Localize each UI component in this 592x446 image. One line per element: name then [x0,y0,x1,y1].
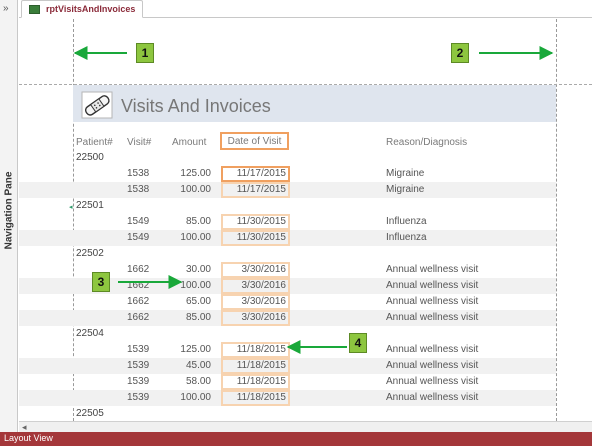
report-tab[interactable]: rptVisitsAndInvoices [21,0,144,18]
patient-group-header[interactable]: 22505 [19,406,556,421]
amount-value[interactable]: 65.00 [159,296,211,307]
diagnosis[interactable]: Annual wellness visit [386,264,478,275]
visit-date[interactable]: 3/30/2016 [221,280,287,291]
visit-number[interactable]: 1538 [127,168,149,179]
diagnosis[interactable]: Annual wellness visit [386,296,478,307]
visit-date[interactable]: 11/17/2015 [221,184,286,195]
visit-number[interactable]: 1549 [127,232,149,243]
patient-id[interactable]: 22505 [76,408,104,419]
visit-date[interactable]: 11/18/2015 [221,360,286,371]
table-row[interactable]: 1539 100.00 11/18/2015 Annual wellness visi… [19,390,556,406]
table-row[interactable]: 1538 100.00 11/17/2015 Migraine [19,182,556,198]
callout-4: 4 [349,333,367,353]
amount-value[interactable]: 58.00 [159,376,211,387]
patient-id[interactable]: 22501 [76,200,104,211]
visit-number[interactable]: 1539 [127,392,149,403]
patient-id[interactable]: 22504 [76,328,104,339]
visit-number[interactable]: 1662 [127,296,149,307]
amount-value[interactable]: 30.00 [159,264,211,275]
amount-value[interactable]: 85.00 [159,216,211,227]
column-header-reason[interactable]: Reason/Diagnosis [386,137,467,148]
patient-group-header[interactable]: 22504 [19,326,556,342]
visit-number[interactable]: 1539 [127,376,149,387]
column-header-date[interactable]: Date of Visit [220,132,289,150]
diagnosis[interactable]: Annual wellness visit [386,376,478,387]
visit-number[interactable]: 1662 [127,312,149,323]
row-selector-marker[interactable]: ◂ [69,203,73,211]
table-row[interactable]: 1662 85.00 3/30/2016 Annual wellness visit [19,310,556,326]
patient-group-header[interactable]: 22501 [19,198,556,214]
diagnosis[interactable]: Annual wellness visit [386,312,478,323]
diagnosis[interactable]: Annual wellness visit [386,280,478,291]
diagnosis[interactable]: Influenza [386,232,427,243]
amount-value[interactable]: 100.00 [159,232,211,243]
bandage-icon[interactable] [81,91,113,119]
visit-number[interactable]: 1662 [127,280,149,291]
document-tab-strip: rptVisitsAndInvoices [19,0,592,18]
report-tab-label: rptVisitsAndInvoices [46,4,136,14]
visit-number[interactable]: 1538 [127,184,149,195]
table-row[interactable]: 1538 125.00 11/17/2015 Migraine [19,166,556,182]
table-row[interactable]: 1539 58.00 11/18/2015 Annual wellness visit [19,374,556,390]
amount-value[interactable]: 45.00 [159,360,211,371]
view-mode-label: Layout View [4,433,53,443]
column-header-amount[interactable]: Amount [172,137,206,148]
visit-date[interactable]: 3/30/2016 [221,312,287,323]
table-row[interactable]: 1662 65.00 3/30/2016 Annual wellness visit [19,294,556,310]
table-row[interactable]: 1539 45.00 11/18/2015 Annual wellness visit [19,358,556,374]
visit-date[interactable]: 3/30/2016 [221,264,287,275]
report-title[interactable]: Visits And Invoices [121,96,271,117]
diagnosis[interactable]: Annual wellness visit [386,344,478,355]
column-header-visit[interactable]: Visit# [127,137,151,148]
amount-value[interactable]: 125.00 [159,168,211,179]
status-bar: Layout View [0,432,592,446]
visit-number[interactable]: 1662 [127,264,149,275]
report-icon [29,5,40,14]
patient-id[interactable]: 22502 [76,248,104,259]
amount-value[interactable]: 85.00 [159,312,211,323]
column-header-patient[interactable]: Patient# [76,137,113,148]
right-margin-guide [556,19,557,421]
patient-group-header[interactable]: 22500 [19,150,556,166]
callout-2: 2 [451,43,469,63]
diagnosis[interactable]: Annual wellness visit [386,360,478,371]
nav-expand-icon[interactable]: » [3,3,9,14]
visit-date[interactable]: 11/18/2015 [221,344,286,355]
table-row[interactable]: 1539 125.00 11/18/2015 Annual wellness visi… [19,342,556,358]
diagnosis[interactable]: Migraine [386,184,424,195]
visit-number[interactable]: 1539 [127,360,149,371]
amount-value[interactable]: 100.00 [159,392,211,403]
callout-1: 1 [136,43,154,63]
diagnosis[interactable]: Annual wellness visit [386,392,478,403]
table-row[interactable]: 1549 85.00 11/30/2015 Influenza [19,214,556,230]
visit-date[interactable]: 3/30/2016 [221,296,287,307]
visit-date[interactable]: 11/18/2015 [221,376,286,387]
visit-number[interactable]: 1549 [127,216,149,227]
callout-3: 3 [92,272,110,292]
diagnosis[interactable]: Influenza [386,216,427,227]
table-row[interactable]: 1549 100.00 11/30/2015 Influenza [19,230,556,246]
navigation-pane[interactable]: » Navigation Pane [0,0,18,432]
visit-number[interactable]: 1539 [127,344,149,355]
navigation-pane-label[interactable]: Navigation Pane [1,140,17,280]
visit-date[interactable]: 11/17/2015 [221,168,286,179]
amount-value[interactable]: 125.00 [159,344,211,355]
horizontal-scrollbar[interactable]: ◂ [19,421,592,432]
patient-group-header[interactable]: 22502 [19,246,556,262]
patient-id[interactable]: 22500 [76,152,104,163]
report-layout-area[interactable]: Visits And Invoices Patient# Visit# Amou… [19,19,592,421]
visit-date[interactable]: 11/30/2015 [221,232,286,243]
amount-value[interactable]: 100.00 [159,184,211,195]
visit-date[interactable]: 11/30/2015 [221,216,286,227]
diagnosis[interactable]: Migraine [386,168,424,179]
visit-date[interactable]: 11/18/2015 [221,392,286,403]
amount-value[interactable]: 100.00 [159,280,211,291]
